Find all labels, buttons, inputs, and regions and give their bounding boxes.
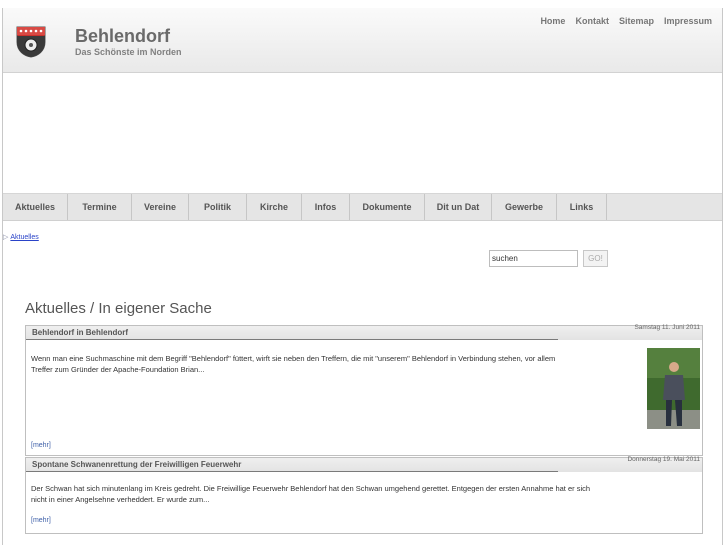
article-teaser-line: Treffer zum Gründer der Apache-Foundatio… <box>31 365 205 374</box>
nav-politik[interactable]: Politik <box>189 194 247 220</box>
article-item: Behlendorf in Behlendorf Samstag 11. Jun… <box>25 324 703 456</box>
article-date: Donnerstag 19. Mai 2011 <box>627 456 700 463</box>
breadcrumb-link[interactable]: Aktuelles <box>10 234 38 241</box>
topnav-impressum[interactable]: Impressum <box>664 16 712 26</box>
header: Behlendorf Das Schönste im Norden Home K… <box>3 8 722 73</box>
nav-links[interactable]: Links <box>557 194 607 220</box>
search-input[interactable] <box>489 250 578 267</box>
article-teaser-line: Der Schwan hat sich minutenlang im Kreis… <box>31 484 591 493</box>
nav-gewerbe[interactable]: Gewerbe <box>492 194 557 220</box>
article-teaser: Wenn man eine Suchmaschine mit dem Begri… <box>31 353 641 375</box>
read-more-link[interactable]: [mehr] <box>31 442 51 449</box>
article-teaser: Der Schwan hat sich minutenlang im Kreis… <box>31 483 701 505</box>
article-title[interactable]: Behlendorf in Behlendorf <box>32 328 128 337</box>
article-title[interactable]: Spontane Schwanenrettung der Freiwillige… <box>32 460 241 469</box>
article-item: Spontane Schwanenrettung der Freiwillige… <box>25 456 703 534</box>
article-teaser-line: Wenn man eine Suchmaschine mit dem Begri… <box>31 354 556 363</box>
topnav-kontakt[interactable]: Kontakt <box>575 16 609 26</box>
breadcrumb-arrow-icon: ▷ <box>3 234 9 241</box>
page-title: Aktuelles / In eigener Sache <box>25 300 212 317</box>
article-header: Behlendorf in Behlendorf Samstag 11. Jun… <box>26 324 702 340</box>
nav-dit-un-dat[interactable]: Dit un Dat <box>425 194 492 220</box>
topnav-home[interactable]: Home <box>540 16 565 26</box>
site-title[interactable]: Behlendorf <box>75 26 170 47</box>
nav-aktuelles[interactable]: Aktuelles <box>3 194 68 220</box>
top-navigation: Home Kontakt Sitemap Impressum <box>540 16 712 26</box>
article-title-underline <box>26 339 558 340</box>
coat-of-arms-logo[interactable] <box>16 26 46 58</box>
page: Behlendorf Das Schönste im Norden Home K… <box>2 8 723 545</box>
article-teaser-line: nicht in einer Angelsehne verheddert. Er… <box>31 495 210 504</box>
article-title-underline <box>26 471 558 472</box>
topnav-sitemap[interactable]: Sitemap <box>619 16 654 26</box>
nav-kirche[interactable]: Kirche <box>247 194 302 220</box>
search-button[interactable]: GO! <box>583 250 608 267</box>
article-date: Samstag 11. Juni 2011 <box>634 324 700 331</box>
main-navigation: Aktuelles Termine Vereine Politik Kirche… <box>3 193 722 221</box>
nav-vereine[interactable]: Vereine <box>132 194 189 220</box>
nav-termine[interactable]: Termine <box>68 194 132 220</box>
banner-area <box>3 73 722 193</box>
nav-infos[interactable]: Infos <box>302 194 350 220</box>
breadcrumb: ▷ Aktuelles <box>3 233 39 241</box>
article-photo[interactable] <box>647 348 700 429</box>
nav-dokumente[interactable]: Dokumente <box>350 194 425 220</box>
read-more-link[interactable]: [mehr] <box>31 517 51 524</box>
site-subtitle: Das Schönste im Norden <box>75 47 182 57</box>
article-header: Spontane Schwanenrettung der Freiwillige… <box>26 456 702 472</box>
